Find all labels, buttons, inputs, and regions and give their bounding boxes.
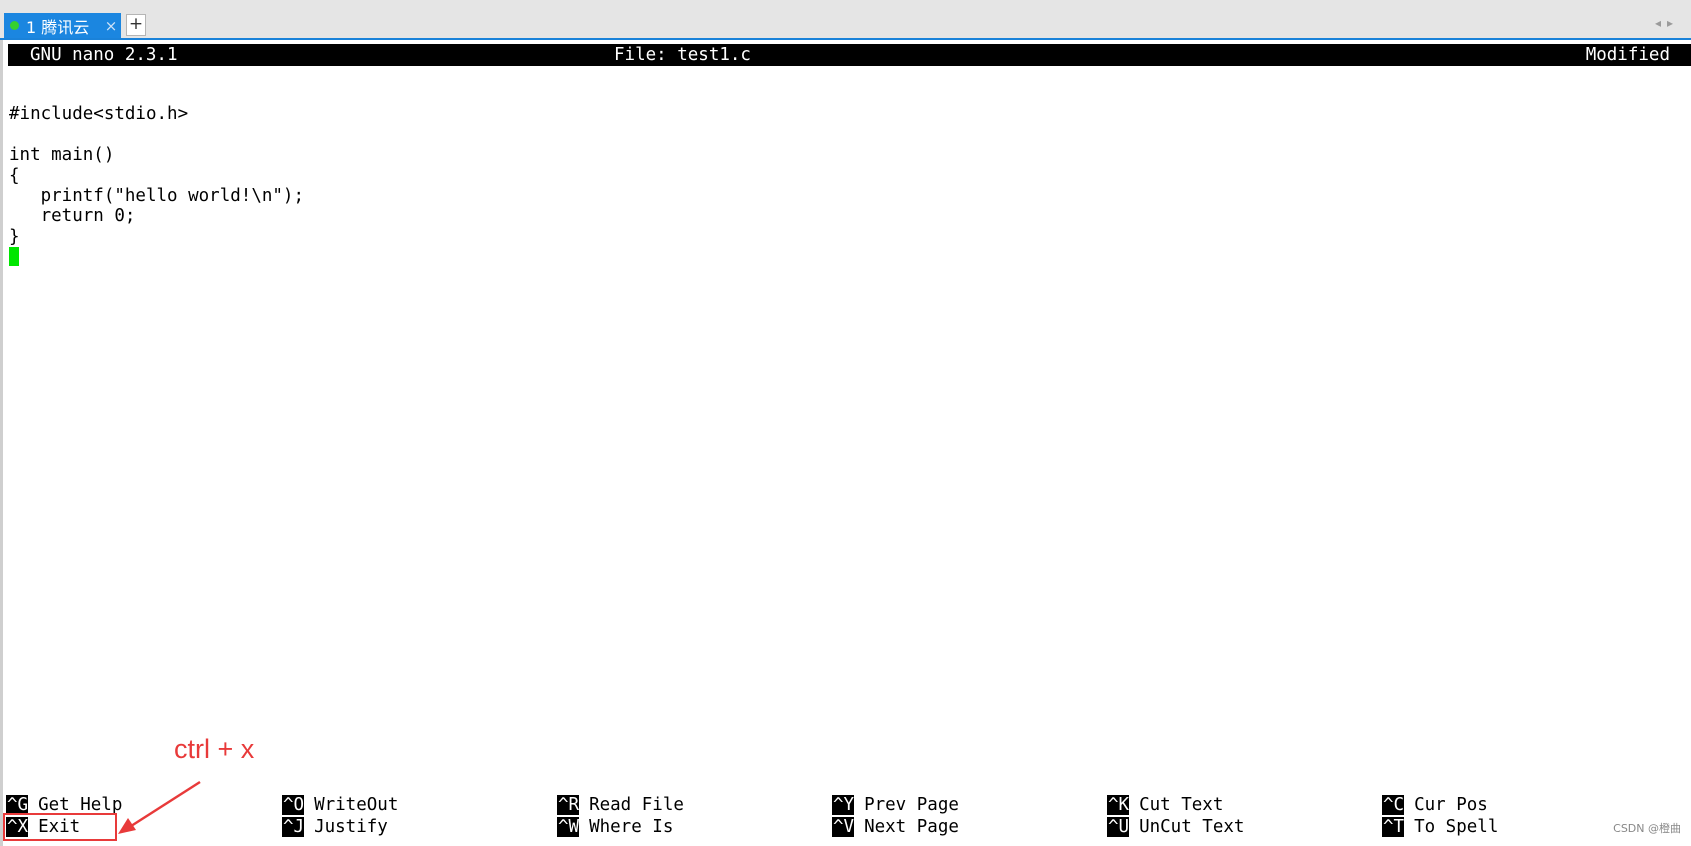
watermark: CSDN @橙曲 [1613,822,1681,835]
annotation-arrow-icon [118,780,201,834]
